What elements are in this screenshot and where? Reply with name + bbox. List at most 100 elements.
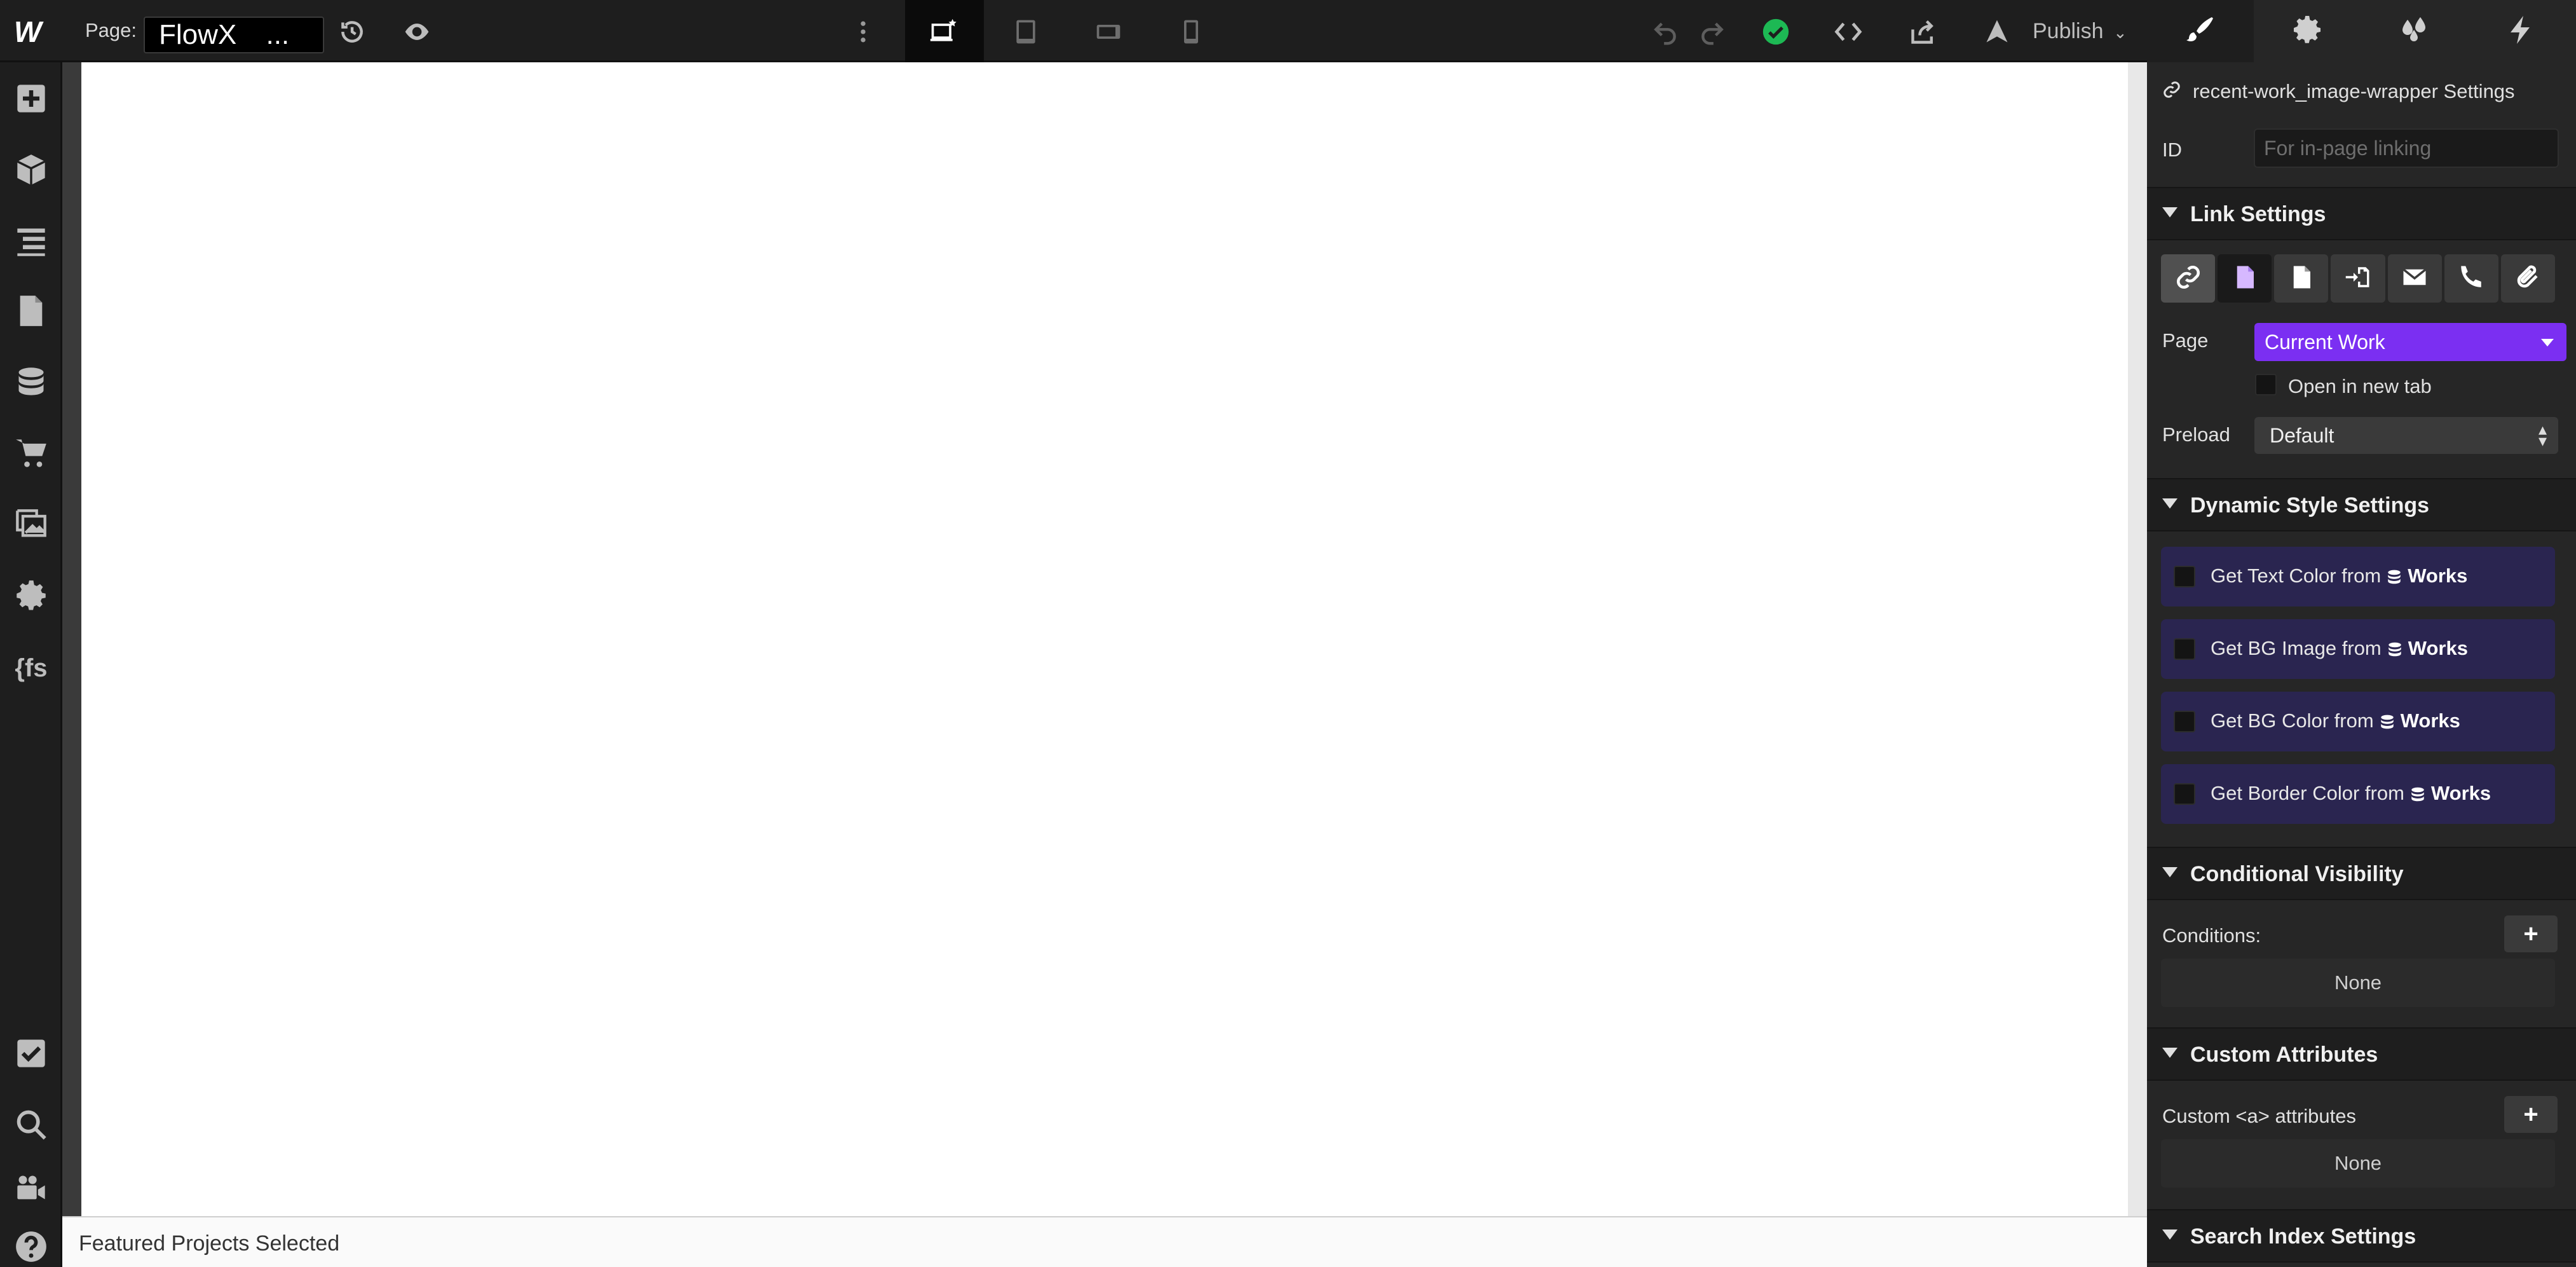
preview-eye-icon[interactable] — [399, 14, 435, 50]
dynamic-bg-image-checkbox[interactable] — [2174, 638, 2195, 660]
top-toolbar: W Page: FlowX ... Publish ⌄ — [0, 0, 2576, 62]
search-index-header[interactable]: Search Index Settings — [2147, 1209, 2576, 1263]
canvas-scrollbar[interactable] — [2128, 62, 2147, 1218]
file-link-button[interactable] — [2500, 254, 2555, 303]
publish-button[interactable]: Publish ⌄ — [2033, 19, 2127, 44]
page-dropdown[interactable]: Current Work — [2254, 323, 2566, 361]
link-type-selector — [2161, 254, 2555, 303]
tab-settings[interactable] — [2254, 0, 2361, 62]
fs-label: {fs — [15, 654, 48, 682]
publish-rocket-icon[interactable] — [1979, 14, 2015, 50]
mobile-landscape-icon[interactable] — [1091, 14, 1126, 50]
redo-icon[interactable] — [1694, 14, 1730, 50]
dynamic-item-label: Get BG Color from — [2211, 709, 2374, 732]
tab-interactions[interactable] — [2467, 0, 2574, 62]
database-icon — [2389, 642, 2401, 657]
tasks-check-icon[interactable] — [13, 1035, 50, 1072]
dynamic-bg-image-row[interactable]: Get BG Image from Works — [2161, 619, 2555, 679]
dynamic-style-title: Dynamic Style Settings — [2190, 493, 2430, 517]
tab-style-manager[interactable] — [2361, 0, 2467, 62]
drops-icon — [2399, 15, 2429, 48]
design-canvas[interactable] — [81, 62, 2128, 1216]
status-check-icon[interactable] — [1758, 14, 1794, 50]
phone-link-button[interactable] — [2444, 254, 2498, 303]
conditional-visibility-title: Conditional Visibility — [2190, 862, 2404, 886]
conditional-visibility-header[interactable]: Conditional Visibility — [2147, 847, 2576, 900]
element-header: recent-work_image-wrapper Settings — [2147, 76, 2576, 108]
dynamic-bg-color-row[interactable]: Get BG Color from Works — [2161, 692, 2555, 751]
plus-icon: + — [2523, 919, 2539, 948]
custom-attributes-header[interactable]: Custom Attributes — [2147, 1027, 2576, 1081]
id-placeholder: For in-page linking — [2264, 137, 2432, 160]
collapse-triangle-icon — [2162, 867, 2177, 877]
undo-icon[interactable] — [1647, 14, 1683, 50]
add-elements-icon[interactable] — [13, 80, 50, 117]
preload-select[interactable]: Default ▴ ▾ — [2254, 417, 2558, 454]
desktop-breakpoint-icon[interactable] — [925, 14, 961, 50]
selected-element-breadcrumb[interactable]: Featured Projects Selected — [79, 1231, 339, 1256]
publish-label: Publish — [2033, 19, 2104, 43]
dynamic-item-label: Get Text Color from — [2211, 565, 2382, 587]
add-attribute-button[interactable]: + — [2504, 1096, 2558, 1133]
database-icon — [2380, 715, 2394, 729]
dynamic-text-color-row[interactable]: Get Text Color from Works — [2161, 547, 2555, 606]
page-section-button[interactable] — [2274, 254, 2329, 303]
custom-attributes-title: Custom Attributes — [2190, 1043, 2378, 1067]
link-settings-header[interactable]: Link Settings — [2147, 187, 2576, 240]
pages-icon[interactable] — [13, 292, 50, 329]
plus-icon: + — [2523, 1100, 2539, 1128]
dynamic-text-color-checkbox[interactable] — [2174, 566, 2195, 587]
finsweet-extension-icon[interactable]: {fs — [13, 650, 50, 687]
dynamic-border-color-checkbox[interactable] — [2174, 783, 2195, 805]
navigator-icon[interactable] — [13, 223, 50, 259]
tablet-breakpoint-icon[interactable] — [1008, 14, 1044, 50]
dynamic-bg-color-checkbox[interactable] — [2174, 711, 2195, 732]
ecommerce-cart-icon[interactable] — [13, 435, 50, 472]
database-icon — [2388, 570, 2401, 584]
code-icon[interactable] — [1830, 14, 1866, 50]
mobile-portrait-icon[interactable] — [1173, 14, 1209, 50]
components-box-icon[interactable] — [13, 151, 50, 188]
page-label: Page: — [85, 19, 137, 41]
caret-down-icon — [2541, 339, 2554, 346]
page-icon — [2288, 264, 2315, 294]
history-icon[interactable] — [334, 14, 370, 50]
add-condition-button[interactable]: + — [2504, 915, 2558, 952]
tab-style-brush[interactable] — [2147, 0, 2254, 62]
cms-database-icon[interactable] — [13, 364, 50, 401]
assets-images-icon[interactable] — [13, 506, 50, 543]
conditions-none: None — [2161, 959, 2555, 1007]
custom-attributes-label: Custom <a> attributes — [2162, 1105, 2356, 1127]
page-anchor-button[interactable] — [2331, 254, 2385, 303]
more-vertical-icon[interactable] — [845, 14, 881, 50]
id-input[interactable]: For in-page linking — [2254, 128, 2559, 168]
arrow-to-page-icon — [2345, 264, 2371, 294]
attributes-none: None — [2161, 1139, 2555, 1188]
open-new-tab-label: Open in new tab — [2288, 375, 2432, 397]
export-share-icon[interactable] — [1905, 14, 1941, 50]
search-icon[interactable] — [13, 1106, 50, 1143]
dynamic-item-label: Get BG Image from — [2211, 637, 2382, 659]
open-new-tab-checkbox[interactable] — [2255, 374, 2277, 395]
page-dropdown-value: Current Work — [2265, 331, 2385, 353]
page-purple-icon — [2232, 264, 2258, 294]
webflow-logo[interactable]: W — [14, 17, 51, 46]
page-link-button[interactable] — [2218, 254, 2272, 303]
paperclip-icon — [2514, 264, 2541, 294]
email-link-button[interactable] — [2387, 254, 2442, 303]
help-icon[interactable] — [13, 1228, 50, 1265]
video-tutorials-icon[interactable] — [13, 1170, 50, 1207]
url-link-button[interactable] — [2161, 254, 2216, 303]
page-name: FlowX — [159, 19, 237, 50]
dynamic-item-source: Works — [2408, 637, 2468, 659]
collapse-triangle-icon — [2162, 1048, 2177, 1058]
conditions-label: Conditions: — [2162, 924, 2261, 947]
panel-tabs — [2147, 0, 2576, 62]
page-selector[interactable]: FlowX ... — [144, 17, 324, 53]
dynamic-border-color-row[interactable]: Get Border Color from Works — [2161, 764, 2555, 824]
page-field-label: Page — [2162, 329, 2209, 352]
dynamic-style-header[interactable]: Dynamic Style Settings — [2147, 478, 2576, 531]
brush-icon — [2185, 15, 2216, 48]
link-chain-icon — [2162, 80, 2181, 102]
settings-gear-icon[interactable] — [13, 577, 50, 614]
